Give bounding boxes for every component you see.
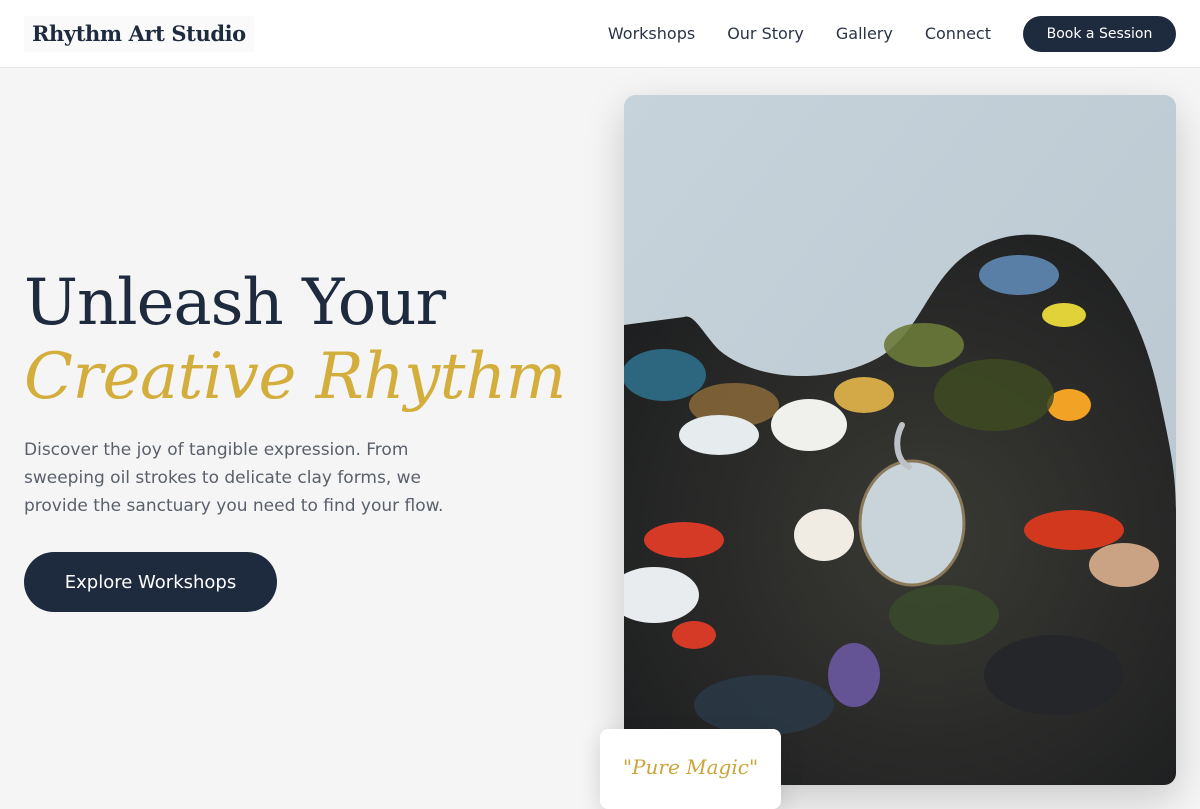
- hero-title-line1: Unleash Your: [24, 266, 446, 340]
- paint-palette-illustration: [624, 95, 1176, 785]
- hero-image-paint-palette: [624, 95, 1176, 785]
- hero-title: Unleash Your Creative Rhythm: [24, 266, 584, 414]
- hero-description: Discover the joy of tangible expression.…: [24, 440, 444, 516]
- brand-logo[interactable]: Rhythm Art Studio: [24, 16, 254, 52]
- nav-link-gallery[interactable]: Gallery: [836, 26, 893, 42]
- nav-link-workshops[interactable]: Workshops: [608, 26, 695, 42]
- palette-thumb-hole: [858, 459, 966, 587]
- top-navbar: Rhythm Art Studio Workshops Our Story Ga…: [0, 0, 1200, 68]
- main-nav: Workshops Our Story Gallery Connect: [608, 0, 991, 68]
- book-session-button[interactable]: Book a Session: [1023, 16, 1176, 52]
- testimonial-quote-card: "Pure Magic": [600, 729, 781, 809]
- nav-link-connect[interactable]: Connect: [925, 26, 991, 42]
- testimonial-quote: "Pure Magic": [622, 755, 759, 779]
- hero-title-line2: Creative Rhythm: [24, 340, 566, 414]
- explore-workshops-button[interactable]: Explore Workshops: [24, 552, 277, 612]
- nav-link-our-story[interactable]: Our Story: [727, 26, 804, 42]
